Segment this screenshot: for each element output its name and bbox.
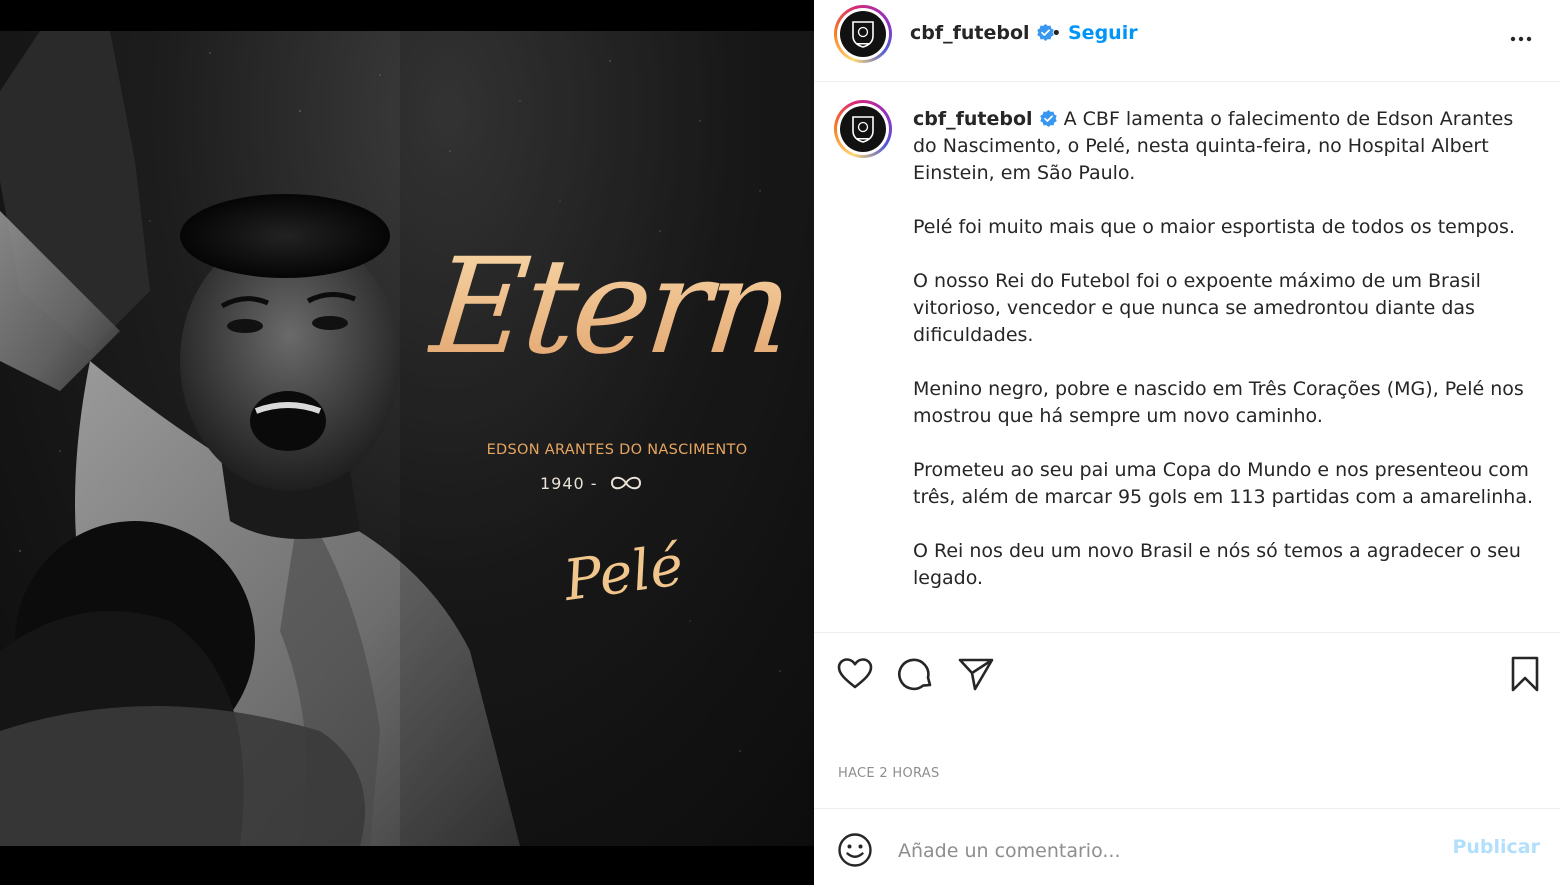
caption-username[interactable]: cbf_futebol bbox=[913, 108, 1033, 130]
image-subtitle-name: EDSON ARANTES DO NASCIMENTO bbox=[486, 442, 748, 458]
publish-button[interactable]: Publicar bbox=[1452, 836, 1540, 858]
header-username-text[interactable]: cbf_futebol bbox=[910, 22, 1030, 44]
comment-composer: Publicar bbox=[814, 808, 1560, 886]
avatar[interactable] bbox=[834, 5, 892, 63]
cbf-logo-icon bbox=[852, 21, 874, 48]
caption-paragraph: cbf_futebol A CBF lamenta o falecimento … bbox=[913, 106, 1533, 187]
caption-paragraph: O nosso Rei do Futebol foi o expoente má… bbox=[913, 270, 1481, 346]
caption-paragraph: Prometeu ao seu pai uma Copa do Mundo e … bbox=[913, 459, 1533, 508]
caption-paragraph: Pelé foi muito mais que o maior esportis… bbox=[913, 216, 1515, 238]
action-bar: HACE 2 HORAS bbox=[814, 632, 1560, 809]
header-separator: • bbox=[1051, 23, 1062, 44]
post-media-pane: Eterno EDSON ARANTES DO NASCIMENTO 1940 … bbox=[0, 0, 814, 885]
header-username[interactable]: cbf_futebol bbox=[910, 22, 1055, 44]
caption-avatar[interactable] bbox=[834, 100, 892, 158]
bookmark-icon[interactable] bbox=[1506, 655, 1544, 693]
image-title-eterno: Eterno bbox=[423, 230, 814, 384]
caption-paragraph: Menino negro, pobre e nascido em Três Co… bbox=[913, 378, 1524, 427]
cbf-logo-icon bbox=[852, 116, 874, 143]
pele-photo bbox=[0, 31, 814, 846]
years-text: 1940 - bbox=[540, 473, 598, 493]
caption-text: cbf_futebol A CBF lamenta o falecimento … bbox=[913, 106, 1533, 619]
post-image[interactable]: Eterno EDSON ARANTES DO NASCIMENTO 1940 … bbox=[0, 31, 814, 846]
verified-icon bbox=[1039, 109, 1057, 128]
emoji-icon[interactable] bbox=[836, 831, 874, 869]
comment-input[interactable] bbox=[896, 834, 1440, 868]
image-years: 1940 - bbox=[540, 473, 700, 493]
follow-button[interactable]: Seguir bbox=[1068, 22, 1138, 44]
heart-icon[interactable] bbox=[836, 655, 874, 693]
caption-area: cbf_futebol A CBF lamenta o falecimento … bbox=[814, 82, 1560, 632]
post-side-panel: cbf_futebol • Seguir cbf_futebol A CBF l… bbox=[814, 0, 1560, 885]
comment-icon[interactable] bbox=[897, 655, 935, 693]
post-timestamp[interactable]: HACE 2 HORAS bbox=[838, 766, 940, 781]
more-options-icon[interactable] bbox=[1508, 26, 1534, 52]
caption-paragraph: O Rei nos deu um novo Brasil e nós só te… bbox=[913, 540, 1521, 589]
share-icon[interactable] bbox=[957, 655, 995, 693]
post-header: cbf_futebol • Seguir bbox=[814, 0, 1560, 82]
infinity-icon bbox=[610, 476, 641, 490]
